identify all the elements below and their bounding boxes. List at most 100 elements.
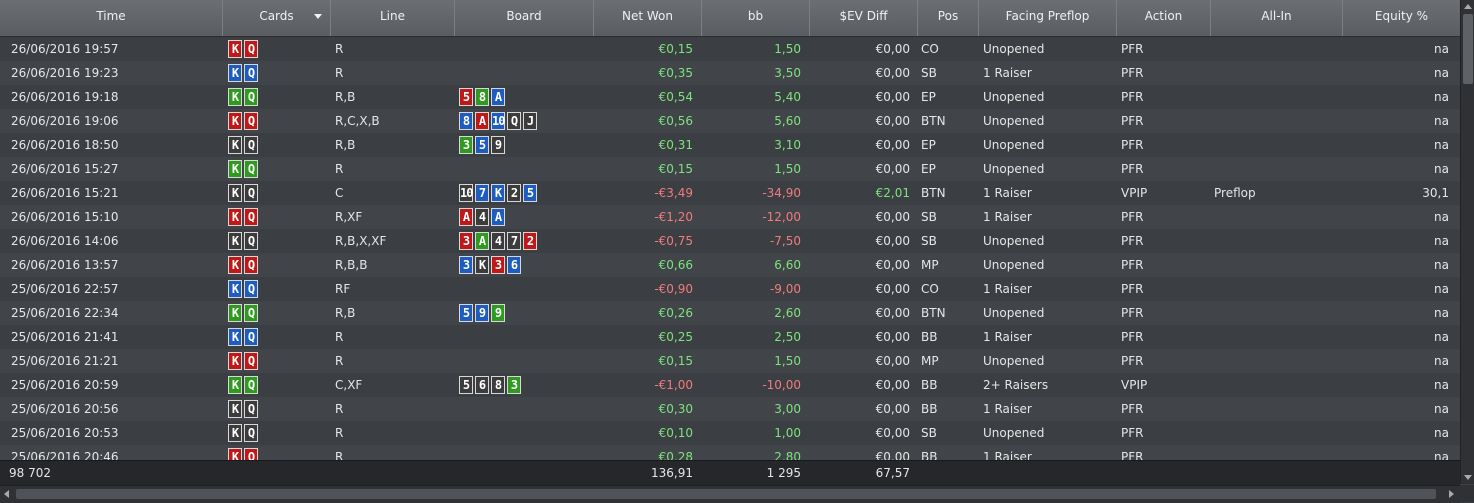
- equity-cell: na: [1434, 90, 1449, 104]
- hole-cards: KQ: [228, 424, 260, 442]
- column-header-pos[interactable]: Pos: [918, 0, 979, 36]
- equity-cell: na: [1434, 330, 1449, 344]
- bb-cell: 1,50: [774, 162, 801, 176]
- table-row[interactable]: 25/06/2016 20:56 K Q R €0,30 3,00 €0,00 BB 1 Rai…: [0, 397, 1460, 421]
- column-header-net-won[interactable]: Net Won: [594, 0, 702, 36]
- time-cell: 26/06/2016 19:23: [11, 66, 119, 80]
- bb-cell: 3,50: [774, 66, 801, 80]
- facing-preflop-cell: 1 Raiser: [983, 402, 1032, 416]
- facing-preflop-cell: 1 Raiser: [983, 186, 1032, 200]
- table-row[interactable]: 25/06/2016 20:59 K Q C,XF 5 6 8 3 -€1,00 -10,00 €0…: [0, 373, 1460, 397]
- hole-cards: KQ: [228, 232, 260, 250]
- equity-cell: na: [1434, 306, 1449, 320]
- card-hearts: Q: [244, 352, 258, 370]
- bb-cell: 1,50: [774, 42, 801, 56]
- net-won-cell: €0,10: [658, 426, 693, 440]
- card-hearts: 3: [491, 256, 505, 274]
- column-header-facing-preflop[interactable]: Facing Preflop: [979, 0, 1117, 36]
- column-header-equity[interactable]: Equity %: [1343, 0, 1460, 36]
- position-cell: EP: [921, 138, 936, 152]
- sort-desc-icon[interactable]: [314, 14, 322, 19]
- card-diamonds: Q: [244, 280, 258, 298]
- table-row[interactable]: 26/06/2016 19:57 K Q R €0,15 1,50 €0,00 CO Unope…: [0, 37, 1460, 61]
- totals-row: 98 702 136,91 1 295 67,57: [0, 460, 1460, 485]
- table-row[interactable]: 26/06/2016 19:06 K Q R,C,X,B 8 A 10 Q J €0,56 5,60…: [0, 109, 1460, 133]
- card-diamonds: 5: [459, 304, 473, 322]
- horizontal-scrollbar[interactable]: [0, 485, 1460, 503]
- card-diamonds: K: [491, 184, 505, 202]
- net-won-cell: -€0,90: [654, 282, 693, 296]
- bb-cell: -34,90: [762, 186, 801, 200]
- bb-cell: -9,00: [769, 282, 801, 296]
- line-cell: R: [335, 426, 344, 440]
- facing-preflop-cell: 1 Raiser: [983, 330, 1032, 344]
- line-cell: R: [335, 66, 344, 80]
- net-won-cell: €0,25: [658, 330, 693, 344]
- time-cell: 26/06/2016 15:27: [11, 162, 119, 176]
- time-cell: 25/06/2016 22:34: [11, 306, 119, 320]
- card-hearts: Q: [244, 256, 258, 274]
- table-row[interactable]: 26/06/2016 13:57 K Q R,B,B 3 K 3 6 €0,66 6,60 €0,0…: [0, 253, 1460, 277]
- table-row[interactable]: 25/06/2016 21:21 K Q R €0,15 1,50 €0,00 MP Unope…: [0, 349, 1460, 373]
- table-row[interactable]: 26/06/2016 15:27 K Q R €0,15 1,50 €0,00 EP Unope…: [0, 157, 1460, 181]
- card-clubs: Q: [244, 304, 258, 322]
- card-spades: K: [228, 400, 242, 418]
- column-header-line[interactable]: Line: [331, 0, 455, 36]
- table-row[interactable]: 25/06/2016 21:41 K Q R €0,25 2,50 €0,00 BB 1 Rai…: [0, 325, 1460, 349]
- ev-diff-cell: €0,00: [875, 378, 910, 392]
- time-cell: 25/06/2016 21:41: [11, 330, 119, 344]
- action-cell: PFR: [1121, 306, 1144, 320]
- column-header-board[interactable]: Board: [455, 0, 594, 36]
- line-cell: R,B: [335, 138, 356, 152]
- vertical-scroll-thumb[interactable]: [1463, 14, 1473, 84]
- board-cards: 3A472: [459, 232, 539, 250]
- hole-cards: KQ: [228, 112, 260, 130]
- card-clubs: Q: [244, 376, 258, 394]
- card-diamonds: 8: [459, 112, 473, 130]
- total-hands-count: 98 702: [9, 466, 51, 480]
- table-row[interactable]: 25/06/2016 20:46 K Q R €0,28 2,80 €0,00 BB 1 Rai…: [0, 445, 1460, 460]
- card-spades: K: [228, 136, 242, 154]
- action-cell: PFR: [1121, 426, 1144, 440]
- table-row[interactable]: 26/06/2016 19:18 K Q R,B 5 8 A €0,54 5,40 €0,00 EP…: [0, 85, 1460, 109]
- table-row[interactable]: 25/06/2016 20:53 K Q R €0,10 1,00 €0,00 SB Unope…: [0, 421, 1460, 445]
- card-spades: Q: [244, 136, 258, 154]
- line-cell: R,B: [335, 306, 356, 320]
- time-cell: 26/06/2016 19:06: [11, 114, 119, 128]
- table-row[interactable]: 26/06/2016 19:23 K Q R €0,35 3,50 €0,00 SB 1 Rai…: [0, 61, 1460, 85]
- table-row[interactable]: 26/06/2016 14:06 K Q R,B,X,XF 3 A 4 7 2 -€0,75 -7,…: [0, 229, 1460, 253]
- card-clubs: Q: [244, 160, 258, 178]
- scrollbar-corner: [1460, 485, 1474, 502]
- ev-diff-cell: €0,00: [875, 306, 910, 320]
- column-header-all-in[interactable]: All-In: [1211, 0, 1343, 36]
- hole-cards: KQ: [228, 328, 260, 346]
- time-cell: 25/06/2016 21:21: [11, 354, 119, 368]
- board-cards: 3K36: [459, 256, 523, 274]
- arrow-right-icon[interactable]: [1449, 490, 1454, 498]
- column-header-cards[interactable]: Cards: [223, 0, 331, 36]
- line-cell: R,B,X,XF: [335, 234, 387, 248]
- equity-cell: 30,1: [1422, 186, 1449, 200]
- table-row[interactable]: 26/06/2016 15:10 K Q R,XF A 4 A -€1,20 -12,00 €0,…: [0, 205, 1460, 229]
- column-header-time[interactable]: Time: [0, 0, 223, 36]
- column-header-bb[interactable]: bb: [702, 0, 810, 36]
- arrow-left-icon[interactable]: [4, 490, 9, 498]
- arrow-down-icon[interactable]: [1464, 475, 1472, 480]
- arrow-up-icon[interactable]: [1464, 4, 1472, 9]
- action-cell: VPIP: [1121, 378, 1148, 392]
- horizontal-scroll-thumb[interactable]: [16, 489, 1436, 499]
- vertical-scrollbar[interactable]: [1460, 0, 1474, 484]
- table-row[interactable]: 25/06/2016 22:34 K Q R,B 5 9 9 €0,26 2,60 €0,00 BT…: [0, 301, 1460, 325]
- bb-cell: 5,60: [774, 114, 801, 128]
- ev-diff-cell: €2,01: [875, 186, 910, 200]
- card-diamonds: 9: [475, 304, 489, 322]
- table-row[interactable]: 26/06/2016 15:21 K Q C 10 7 K 2 5 -€3,49 -34,90 €2,…: [0, 181, 1460, 205]
- column-header-ev-diff[interactable]: $EV Diff: [810, 0, 918, 36]
- table-row[interactable]: 26/06/2016 18:50 K Q R,B 3 5 9 €0,31 3,10 €0,00 EP…: [0, 133, 1460, 157]
- net-won-cell: €0,66: [658, 258, 693, 272]
- card-spades: K: [228, 424, 242, 442]
- bb-cell: 2,50: [774, 330, 801, 344]
- table-row[interactable]: 25/06/2016 22:57 K Q RF -€0,90 -9,00 €0,00 CO 1 …: [0, 277, 1460, 301]
- ev-diff-cell: €0,00: [875, 162, 910, 176]
- column-header-action[interactable]: Action: [1117, 0, 1211, 36]
